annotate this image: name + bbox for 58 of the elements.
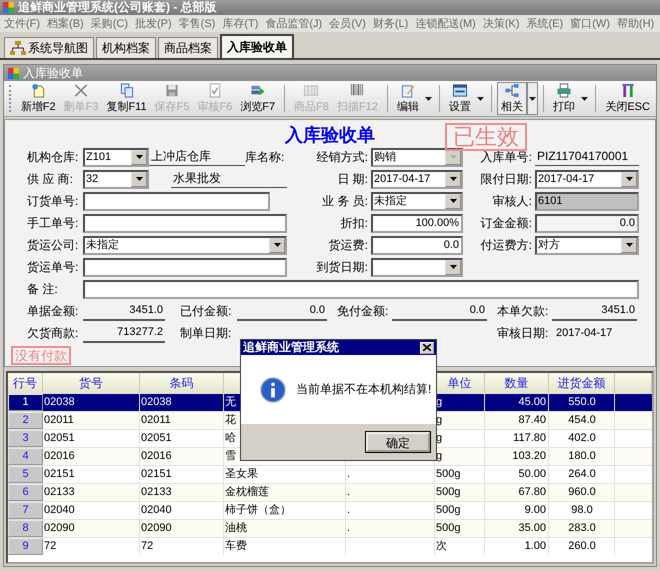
field-label: 手工单号: [27, 214, 80, 232]
field-label: 机构仓库: [27, 148, 80, 166]
row-number: 7 [8, 502, 43, 519]
table-cell: 72 [43, 538, 140, 555]
field-value: 水果批发 [171, 170, 287, 188]
row-number: 3 [8, 430, 43, 447]
field-label: 货运费: [328, 236, 369, 254]
readonly-field: 6101 [535, 192, 639, 210]
field-label: 折扣: [340, 214, 369, 232]
field-label: 供 应 商: [27, 170, 74, 188]
field-label: 入库单号: [480, 148, 533, 166]
field-label: 免付金额: [337, 302, 390, 320]
window-title: 追鲜商业管理系统(公司账套) - 总部版 [18, 0, 217, 15]
field-label: 备 注: [27, 280, 59, 298]
field-label: 本单欠款: [497, 302, 550, 320]
field-label: 订金金额: [480, 214, 533, 232]
field-label: 经销方式: [316, 148, 369, 166]
field-label: 业 务 员: [320, 192, 369, 210]
field-value: 713277.2 [83, 324, 165, 342]
field-value: 2017-04-17 [555, 327, 614, 339]
field-value: 3451.0 [83, 302, 165, 320]
row-number: 8 [8, 520, 43, 537]
field-value: 上冲店仓库 [149, 148, 245, 166]
row-number: 2 [8, 412, 43, 429]
table-cell: 1.00 [485, 538, 549, 555]
field-label: 制单日期: [180, 324, 232, 342]
row-number: 6 [8, 484, 43, 501]
field-label: 审核日期: [497, 324, 550, 342]
row-number: 9 [8, 538, 43, 555]
field-label: 单据金额: [27, 302, 80, 320]
stamp: 没有付款 [11, 346, 71, 365]
table-cell: 72 [140, 538, 224, 555]
field-label: 货运公司: [27, 236, 80, 254]
readonly-field: 0.0 [535, 214, 639, 232]
field-value: 0.0 [237, 302, 327, 320]
field-label: 订货单号: [27, 192, 80, 210]
row-number: 1 [8, 394, 43, 411]
field-label: 审核人: [492, 192, 533, 210]
field-label: 库名称: [245, 148, 286, 166]
row-number: 5 [8, 466, 43, 483]
field-label: 付运费方: [480, 236, 533, 254]
field-value: PIZ11704170001 [535, 148, 639, 166]
field-label: 已付金额: [180, 302, 232, 320]
table-cell: 次 [435, 538, 485, 555]
table-cell: 车费 [224, 538, 346, 555]
field-label: 欠货商款: [27, 324, 80, 342]
field-label: 到货日期: [316, 258, 369, 276]
form-title: 入库验收单 [285, 124, 375, 146]
stamp: 已生效 [445, 123, 527, 151]
field-label: 货运单号: [27, 258, 80, 276]
dialog-title: 追鲜商业管理系统 [243, 339, 339, 356]
row-number: 4 [8, 448, 43, 465]
table-cell: 260.0 [549, 538, 615, 555]
panel-title: 入库验收单 [23, 64, 83, 82]
field-label: 日 期: [336, 170, 369, 188]
field-value: 3451.0 [552, 302, 637, 320]
field-value: 0.0 [392, 302, 487, 320]
field-label: 限付日期: [480, 170, 533, 188]
